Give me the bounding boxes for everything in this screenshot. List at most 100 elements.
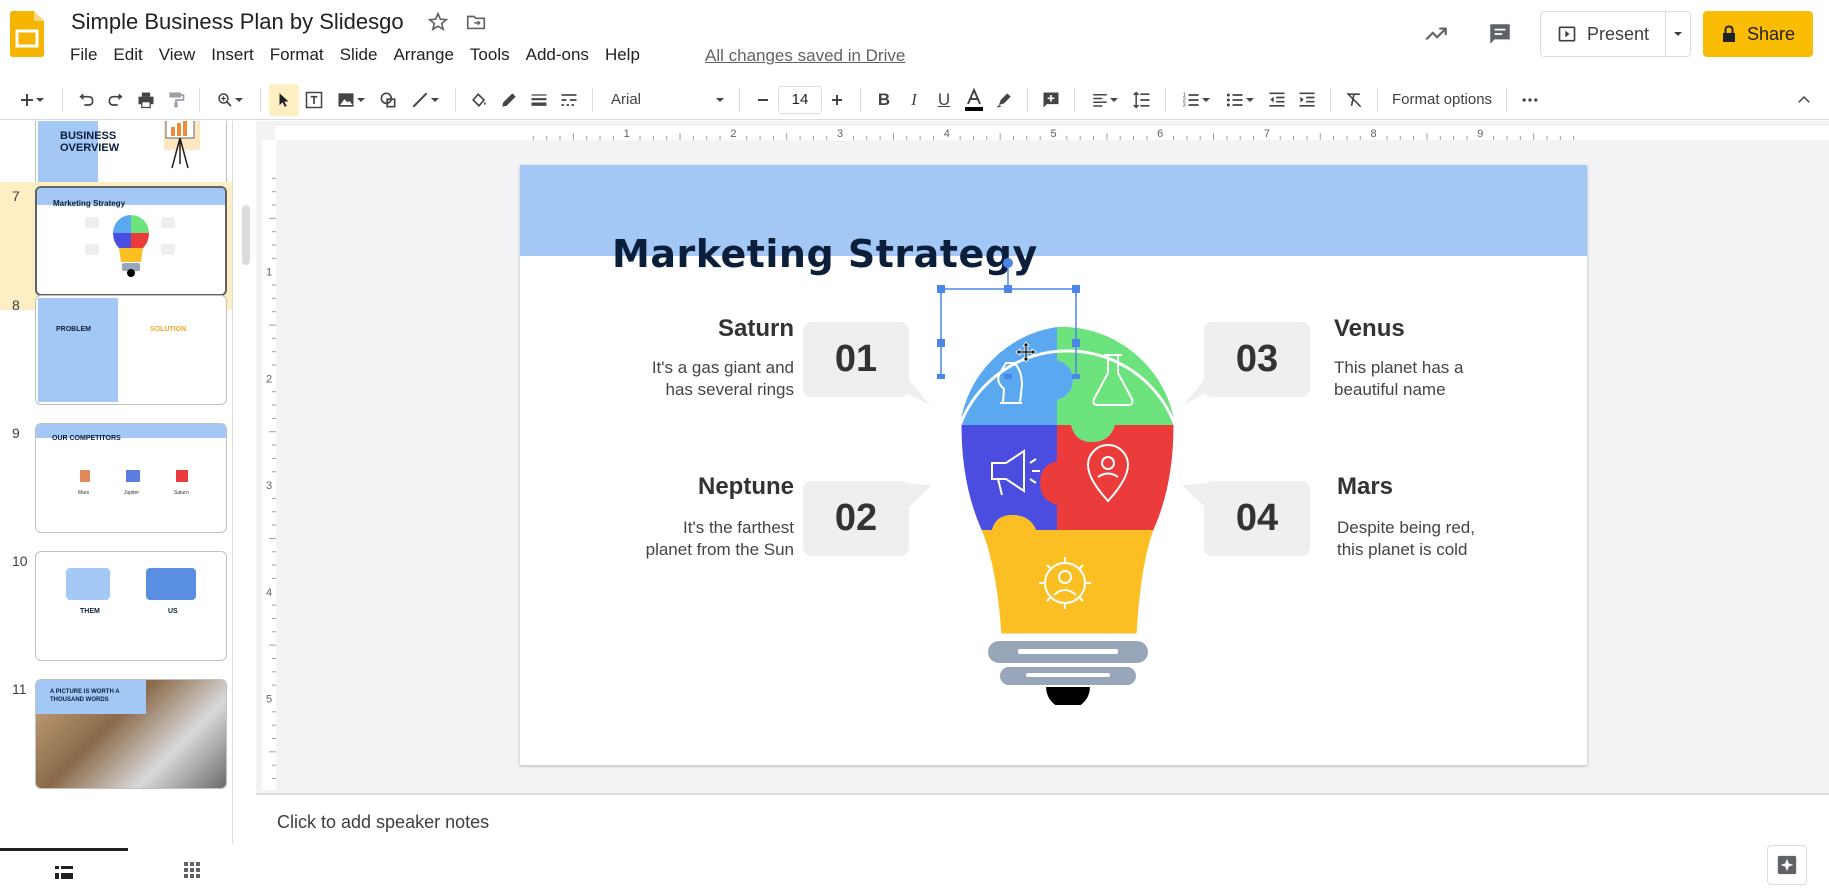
- vertical-ruler[interactable]: 1 2 3 4 5: [262, 140, 276, 790]
- text-color-button[interactable]: [959, 84, 989, 116]
- menu-addons[interactable]: Add-ons: [526, 45, 598, 65]
- slide-thumbnail-row[interactable]: 10 THEM US: [0, 547, 232, 675]
- top-bar: Simple Business Plan by Slidesgo File Ed…: [0, 0, 1829, 72]
- slide-thumbnail[interactable]: Marketing Strategy: [35, 186, 227, 296]
- cursor-icon: [279, 92, 289, 107]
- slide-thumbnail[interactable]: THEM US: [35, 551, 227, 661]
- image-icon: [338, 92, 354, 107]
- filmstrip-view-button[interactable]: [0, 848, 128, 892]
- format-options-button[interactable]: Format options: [1386, 84, 1498, 116]
- menu-arrange[interactable]: Arrange: [393, 45, 462, 65]
- insert-comment-button[interactable]: [1036, 84, 1066, 116]
- more-horizontal-icon: [1522, 97, 1538, 102]
- menu-bar: File Edit View Insert Format Slide Arran…: [70, 45, 656, 65]
- border-weight-button[interactable]: [524, 84, 554, 116]
- slide-thumbnail[interactable]: OUR COMPETITORS Mars Jupiter Saturn: [35, 423, 227, 533]
- numbered-list-button[interactable]: 123: [1174, 84, 1218, 116]
- slide-thumbnail-row[interactable]: 8 PROBLEM SOLUTION: [0, 291, 232, 419]
- share-button[interactable]: Share: [1703, 11, 1813, 57]
- line-spacing-button[interactable]: [1127, 84, 1157, 116]
- notes-divider[interactable]: [256, 793, 1829, 795]
- ruler-h-label: 3: [837, 128, 843, 140]
- image-button[interactable]: [329, 84, 373, 116]
- shape-button[interactable]: [373, 84, 403, 116]
- menu-insert[interactable]: Insert: [211, 45, 263, 65]
- lock-icon: [1722, 25, 1735, 42]
- highlight-color-button[interactable]: [989, 84, 1019, 116]
- save-status-link[interactable]: All changes saved in Drive: [705, 46, 905, 66]
- slide-thumbnail[interactable]: A PICTURE IS WORTH A THOUSAND WORDS: [35, 679, 227, 789]
- new-slide-button[interactable]: [10, 84, 54, 116]
- minus-icon: [758, 98, 768, 101]
- thumb-title-2: SOLUTION: [150, 326, 187, 333]
- document-title[interactable]: Simple Business Plan by Slidesgo: [71, 9, 404, 35]
- slide-number: 10: [12, 553, 28, 569]
- numbered-list-icon: 123: [1183, 92, 1199, 108]
- slide-thumbnail-row[interactable]: 11 A PICTURE IS WORTH A THOUSAND WORDS: [0, 675, 232, 803]
- paint-format-button[interactable]: [161, 84, 191, 116]
- ruler-h-label: 9: [1477, 128, 1483, 140]
- decrease-font-size-button[interactable]: [748, 84, 778, 116]
- comments-button[interactable]: [1480, 14, 1520, 54]
- select-tool-button[interactable]: [269, 83, 299, 116]
- thumb-title: THEM: [80, 608, 100, 615]
- selection-handles-bottom[interactable]: [920, 374, 1080, 404]
- puzzle-piece-yellow[interactable]: [980, 515, 1155, 635]
- fill-color-button[interactable]: [464, 84, 494, 116]
- editing-toolbar: Arial 14 B I U 123 Format options: [0, 80, 1829, 120]
- italic-button[interactable]: I: [899, 84, 929, 116]
- slide-canvas[interactable]: Marketing Strategy Saturn It's a gas gia…: [520, 165, 1587, 765]
- horizontal-ruler[interactable]: 1 2 3 4 5 6 7 8 9: [275, 126, 1829, 140]
- present-dropdown[interactable]: [1666, 12, 1690, 56]
- menu-edit[interactable]: Edit: [113, 45, 151, 65]
- redo-button[interactable]: [101, 84, 131, 116]
- rotate-handle[interactable]: [1003, 258, 1013, 268]
- increase-indent-button[interactable]: [1292, 84, 1322, 116]
- bulleted-list-button[interactable]: [1218, 84, 1262, 116]
- menu-view[interactable]: View: [159, 45, 205, 65]
- slide-thumbnail[interactable]: PROBLEM SOLUTION: [35, 295, 227, 405]
- filmstrip-scrollbar[interactable]: [242, 205, 250, 265]
- explore-button[interactable]: [1767, 845, 1807, 885]
- bold-button[interactable]: B: [869, 84, 899, 116]
- present-button[interactable]: Present: [1541, 12, 1666, 56]
- star-icon[interactable]: [427, 11, 449, 33]
- slide-number: 9: [12, 425, 20, 441]
- align-button[interactable]: [1083, 84, 1127, 116]
- border-color-button[interactable]: [494, 84, 524, 116]
- explore-icon: [1777, 855, 1797, 875]
- increase-font-size-button[interactable]: [822, 84, 852, 116]
- slide-thumbnail-row[interactable]: 9 OUR COMPETITORS Mars Jupiter Saturn: [0, 419, 232, 547]
- plus-icon: [21, 93, 33, 106]
- zoom-button[interactable]: [208, 84, 252, 116]
- more-options-button[interactable]: [1515, 84, 1545, 116]
- activity-dashboard-button[interactable]: [1416, 14, 1456, 54]
- clear-formatting-button[interactable]: [1339, 84, 1369, 116]
- font-size-input[interactable]: 14: [778, 85, 822, 114]
- border-dash-button[interactable]: [554, 84, 584, 116]
- decrease-indent-button[interactable]: [1262, 84, 1292, 116]
- underline-button[interactable]: U: [929, 84, 959, 116]
- line-button[interactable]: [403, 84, 447, 116]
- move-to-folder-icon[interactable]: [465, 11, 487, 33]
- undo-button[interactable]: [71, 84, 101, 116]
- speaker-notes[interactable]: Click to add speaker notes: [277, 812, 489, 833]
- menu-slide[interactable]: Slide: [340, 45, 387, 65]
- font-family-select[interactable]: Arial: [601, 84, 731, 116]
- text-box-button[interactable]: [299, 84, 329, 116]
- ruler-v-label: 5: [266, 694, 272, 706]
- print-button[interactable]: [131, 84, 161, 116]
- line-spacing-icon: [1133, 90, 1150, 109]
- trending-up-icon: [1425, 27, 1447, 41]
- menu-format[interactable]: Format: [270, 45, 333, 65]
- slides-logo-icon[interactable]: [10, 11, 44, 57]
- menu-file[interactable]: File: [70, 45, 106, 65]
- puzzle-piece-red[interactable]: [1040, 425, 1175, 530]
- grid-view-button[interactable]: [128, 848, 256, 892]
- menu-tools[interactable]: Tools: [470, 45, 519, 65]
- slide-number: 11: [12, 681, 27, 697]
- collapse-menus-button[interactable]: [1789, 84, 1819, 116]
- selection-handles[interactable]: [920, 255, 1080, 375]
- caret-down-icon: [235, 97, 243, 102]
- menu-help[interactable]: Help: [605, 45, 649, 65]
